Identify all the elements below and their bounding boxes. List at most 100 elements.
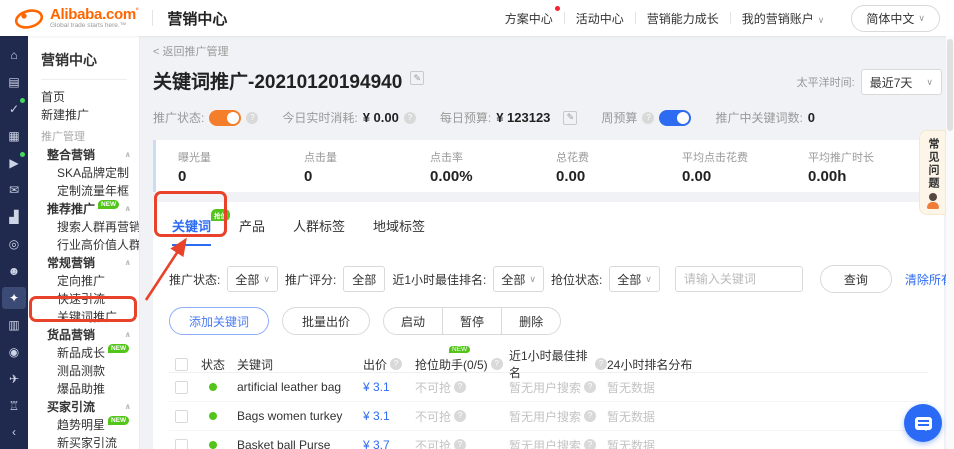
edit-budget-icon[interactable] [563, 111, 577, 125]
date-range-select[interactable]: 最近7天 [861, 69, 942, 95]
help-icon[interactable] [454, 381, 466, 393]
bank-icon[interactable]: ♖ [2, 395, 26, 417]
help-icon[interactable] [595, 358, 607, 370]
action-row: 添加关键词 批量出价 启动 暂停 删除 [169, 307, 928, 335]
shop-icon[interactable]: ▤ [2, 71, 26, 93]
help-icon[interactable] [491, 358, 503, 370]
sidebar-item-ska-brand-custom[interactable]: SKA品牌定制 [41, 163, 139, 181]
sidebar-item-custom-traffic-frame[interactable]: 定制流量年框 [41, 181, 139, 199]
start-button[interactable]: 启动 [384, 308, 442, 334]
add-keyword-button[interactable]: 添加关键词 [169, 307, 269, 335]
help-icon[interactable] [642, 112, 654, 124]
sidebar-item-search-retargeting[interactable]: 搜索人群再营销 [41, 217, 139, 235]
nav-activity-center[interactable]: 活动中心 [565, 10, 635, 27]
filter-status-label: 推广状态: [169, 271, 220, 288]
weekly-budget-toggle[interactable] [659, 110, 691, 126]
tab-region-labels[interactable]: 地域标签 [373, 216, 425, 246]
sidebar-group-integrated-marketing[interactable]: 整合营销 [41, 145, 139, 163]
home-icon[interactable]: ⌂ [2, 44, 26, 66]
tab-products[interactable]: 产品 [239, 216, 265, 246]
panel-tabs: 关键词抢位 产品 人群标签 地域标签 [172, 216, 928, 246]
chart-icon[interactable]: ▟ [2, 206, 26, 228]
keyword-count-label: 推广中关键词数: [715, 109, 802, 126]
help-icon[interactable] [584, 381, 596, 393]
location-icon[interactable]: ◎ [2, 233, 26, 255]
help-icon[interactable] [454, 410, 466, 422]
cell-distribution: 暂无数据 [607, 437, 928, 449]
language-selector[interactable]: 简体中文 [851, 5, 940, 32]
help-icon[interactable] [454, 439, 466, 449]
sidebar-item-trend-star[interactable]: 趋势明星NEW [41, 415, 139, 433]
batch-bid-button[interactable]: 批量出价 [282, 307, 370, 335]
promotion-icon[interactable]: ✦ [2, 287, 26, 309]
tab-keywords[interactable]: 关键词抢位 [172, 216, 211, 246]
sidebar-item-keyword-promotion[interactable]: 关键词推广 [41, 307, 139, 325]
filter-grab-select[interactable]: 全部 [609, 266, 660, 292]
video-icon[interactable]: ▶ [2, 152, 26, 174]
daily-budget-value: ¥ 123123 [496, 110, 550, 125]
sidebar-group-regular-marketing[interactable]: 常规营销 [41, 253, 139, 271]
orders-icon[interactable]: ▥ [2, 314, 26, 336]
delete-button[interactable]: 删除 [501, 308, 560, 334]
cell-bid[interactable]: ¥ 3.1 [363, 409, 415, 423]
row-checkbox[interactable] [175, 439, 188, 449]
sidebar-group-buyer-traffic[interactable]: 买家引流 [41, 397, 139, 415]
apps-icon[interactable]: ▦ [2, 125, 26, 147]
filter-rank-select[interactable]: 全部 [493, 266, 544, 292]
keyword-search-input[interactable] [675, 266, 803, 292]
help-icon[interactable] [390, 358, 402, 370]
audit-icon[interactable]: ✓ [2, 98, 26, 120]
sidebar-item-new-product-growth[interactable]: 新品成长NEW [41, 343, 139, 361]
brand-name: Alibaba.com° [50, 7, 138, 22]
row-checkbox[interactable] [175, 381, 188, 394]
alibaba-logo[interactable]: Alibaba.com° Global trade starts here.™ [14, 7, 138, 30]
message-icon[interactable]: ✉ [2, 179, 26, 201]
cell-bid[interactable]: ¥ 3.7 [363, 438, 415, 449]
header-divider [152, 10, 153, 26]
marketing-center-window: Alibaba.com° Global trade starts here.™ … [0, 0, 954, 449]
table-row[interactable]: Basket ball Purse ¥ 3.7 不可抢 暂无用户搜索 暂无数据 [169, 431, 928, 449]
sidebar-item-quick-traffic[interactable]: 快速引流 [41, 289, 139, 307]
help-icon[interactable] [246, 112, 258, 124]
query-button[interactable]: 查询 [820, 265, 892, 293]
row-checkbox[interactable] [175, 410, 188, 423]
new-badge: NEW [449, 346, 470, 353]
sidebar-item-product-testing[interactable]: 测品测款 [41, 361, 139, 379]
sidebar-item-industry-high-value[interactable]: 行业高价值人群 [41, 235, 139, 253]
scrollbar-thumb[interactable] [947, 39, 953, 131]
plane-icon[interactable]: ✈ [2, 368, 26, 390]
globe-icon[interactable]: ◉ [2, 341, 26, 363]
help-icon[interactable] [584, 439, 596, 449]
chat-support-button[interactable] [904, 404, 942, 442]
nav-marketing-growth[interactable]: 营销能力成长 [636, 10, 730, 27]
help-icon[interactable] [404, 112, 416, 124]
tab-audience-labels[interactable]: 人群标签 [293, 216, 345, 246]
nav-solution-center[interactable]: 方案中心 [494, 10, 564, 27]
select-all-checkbox[interactable] [175, 358, 188, 371]
breadcrumb-back-link[interactable]: < 返回推广管理 [140, 36, 954, 59]
sidebar-item-home-page[interactable]: 首页 [41, 87, 139, 105]
sidebar-item-hot-product-boost[interactable]: 爆品助推 [41, 379, 139, 397]
filter-score-input[interactable]: 全部 [343, 266, 385, 292]
nav-my-account[interactable]: 我的营销账户 [731, 10, 836, 27]
sidebar-item-new-campaign[interactable]: 新建推广 [41, 105, 139, 123]
campaign-status-toggle[interactable] [209, 110, 241, 126]
scrollbar [946, 36, 954, 449]
pause-button[interactable]: 暂停 [442, 308, 501, 334]
table-row[interactable]: Bags women turkey ¥ 3.1 不可抢 暂无用户搜索 暂无数据 [169, 402, 928, 431]
team-icon[interactable]: ☻ [2, 260, 26, 282]
sidebar-menu: 营销中心 首页 新建推广 推广管理 整合营销 SKA品牌定制 定制流量年框 推荐… [28, 36, 140, 449]
col-status: 状态 [201, 356, 237, 373]
cell-bid[interactable]: ¥ 3.1 [363, 380, 415, 394]
filter-status-select[interactable]: 全部 [227, 266, 278, 292]
faq-side-tab[interactable]: 常见问题 [919, 130, 946, 215]
col-grab-assistant: NEW抢位助手(0/5) [415, 356, 509, 373]
sidebar-group-product-marketing[interactable]: 货品营销 [41, 325, 139, 343]
edit-title-icon[interactable] [410, 71, 424, 85]
sidebar-item-targeted-promotion[interactable]: 定向推广 [41, 271, 139, 289]
collapse-caret-icon [125, 330, 132, 339]
sidebar-group-recommended-promotion[interactable]: 推荐推广NEW [41, 199, 139, 217]
help-icon[interactable] [584, 410, 596, 422]
collapse-sidebar-icon[interactable]: ‹ [12, 425, 16, 439]
sidebar-item-new-buyer-traffic[interactable]: 新买家引流 [41, 433, 139, 449]
